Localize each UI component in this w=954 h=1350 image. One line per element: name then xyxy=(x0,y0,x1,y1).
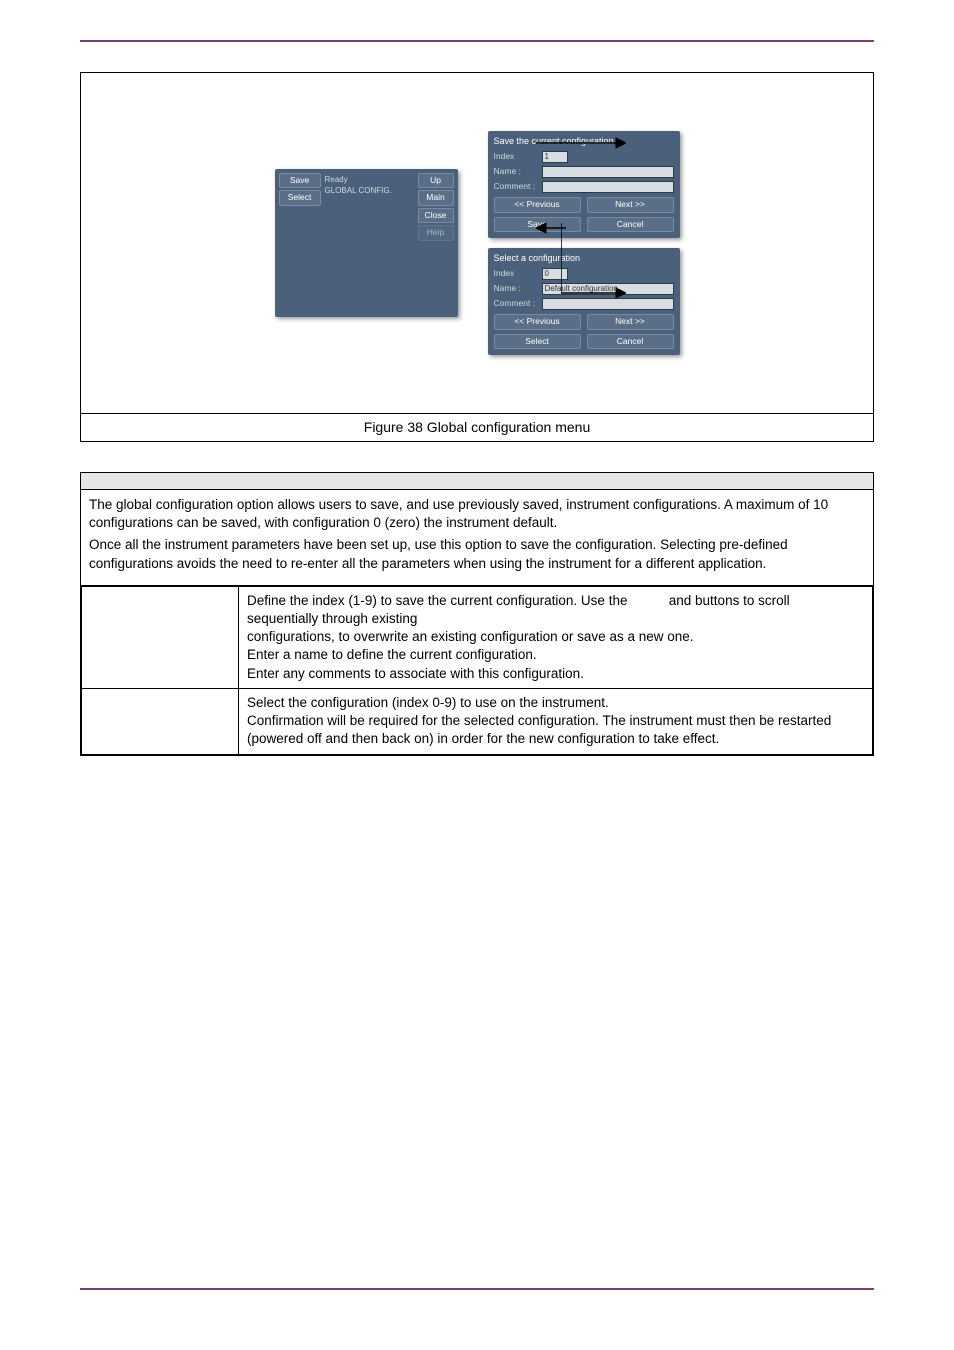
row2-label xyxy=(82,688,239,754)
up-button[interactable]: Up xyxy=(418,173,454,188)
footer-divider xyxy=(80,1288,874,1290)
label-name-c: Name : xyxy=(494,283,536,294)
prev-button[interactable]: << Previous xyxy=(494,197,581,212)
panel-global-config: Save Select Ready GLOBAL CONFIG. Up Main… xyxy=(275,169,458,317)
input-b-comment[interactable] xyxy=(542,181,674,193)
main-button[interactable]: Main xyxy=(418,190,454,205)
row1-label xyxy=(82,586,239,688)
row1-text: Define the index (1-9) to save the curre… xyxy=(239,586,873,688)
next-button[interactable]: Next >> xyxy=(587,197,674,212)
label-name: Name : xyxy=(494,166,536,177)
next-c-button[interactable]: Next >> xyxy=(587,314,674,329)
help-button: Help xyxy=(418,225,454,240)
breadcrumb-global-config: GLOBAL CONFIG. xyxy=(325,186,414,197)
save-button[interactable]: Save xyxy=(279,173,321,188)
label-index-c: Index xyxy=(494,268,536,279)
description-box: The global configuration option allows u… xyxy=(80,472,874,756)
select-button[interactable]: Select xyxy=(279,190,321,205)
params-table: Define the index (1-9) to save the curre… xyxy=(81,586,873,755)
description-head xyxy=(81,473,873,490)
header-divider xyxy=(80,40,874,42)
label-comment: Comment : xyxy=(494,181,536,192)
prev-c-button[interactable]: << Previous xyxy=(494,314,581,329)
input-b-name[interactable] xyxy=(542,166,674,178)
label-comment-c: Comment : xyxy=(494,298,536,309)
cancel-c-button[interactable]: Cancel xyxy=(587,334,674,349)
row2-text: Select the configuration (index 0-9) to … xyxy=(239,688,873,754)
desc-p2: Once all the instrument parameters have … xyxy=(89,536,865,572)
figure-caption: Figure 38 Global configuration menu xyxy=(81,413,873,441)
arrow-elbow-icon xyxy=(561,223,626,303)
status-ready: Ready xyxy=(325,175,414,186)
figure-container: Save Select Ready GLOBAL CONFIG. Up Main… xyxy=(80,72,874,442)
select-c-button[interactable]: Select xyxy=(494,334,581,349)
close-button[interactable]: Close xyxy=(418,208,454,223)
arrow-right-icon xyxy=(536,133,626,153)
label-index: Index xyxy=(494,151,536,162)
desc-p1: The global configuration option allows u… xyxy=(89,496,865,532)
